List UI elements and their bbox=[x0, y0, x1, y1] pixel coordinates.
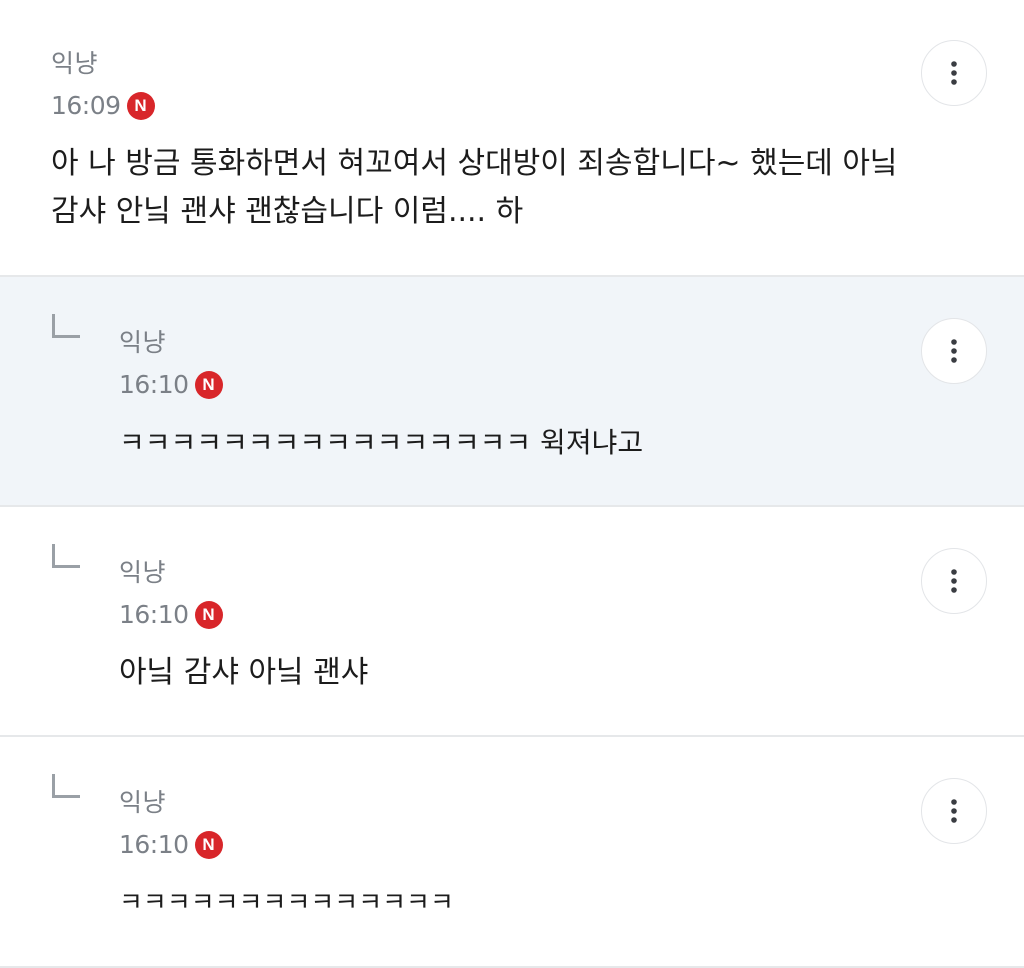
comment-text-line: 아 나 방금 통화하면서 혀꼬여서 상대방이 죄송합니다~ 했는데 아닠 bbox=[51, 146, 898, 181]
comment-time: 16:10 bbox=[119, 830, 189, 859]
new-badge: N bbox=[194, 370, 223, 399]
comment-time: 16:10 bbox=[119, 370, 189, 399]
comment-thread: 익냥 16:09 N 아 나 방금 통화하면서 혀꼬여서 상대방이 죄송합니다~… bbox=[0, 0, 1024, 968]
comment-text: 아닠 감샤 아닠 괜샤 bbox=[119, 655, 369, 690]
more-vertical-icon bbox=[951, 61, 957, 85]
reply-item: 익냥 16:10 N ㅋㅋㅋㅋㅋㅋㅋㅋㅋㅋㅋㅋㅋㅋㅋㅋ 윅져냐고 bbox=[0, 277, 1024, 507]
comment-author[interactable]: 익냥 bbox=[119, 783, 166, 819]
comment-time: 16:10 bbox=[119, 600, 189, 629]
reply-item: 익냥 16:10 N 아닠 감샤 아닠 괜샤 bbox=[0, 507, 1024, 737]
reply-arrow-icon bbox=[52, 544, 80, 568]
comment-text-line: 감샤 안닠 괜샤 괜찮습니다 이럼.... 하 bbox=[51, 194, 524, 229]
reply-item: 익냥 16:10 N ㅋㅋㅋㅋㅋㅋㅋㅋㅋㅋㅋㅋㅋㅋ bbox=[0, 737, 1024, 968]
new-badge: N bbox=[194, 830, 223, 859]
comment-meta: 16:10 N bbox=[119, 370, 223, 399]
comment-meta: 16:09 N bbox=[51, 91, 155, 120]
comment-time: 16:09 bbox=[51, 91, 121, 120]
more-options-button[interactable] bbox=[921, 778, 987, 844]
more-vertical-icon bbox=[951, 339, 957, 363]
comment-meta: 16:10 N bbox=[119, 830, 223, 859]
comment-text: ㅋㅋㅋㅋㅋㅋㅋㅋㅋㅋㅋㅋㅋㅋㅋㅋ 윅져냐고 bbox=[119, 426, 644, 459]
comment-author[interactable]: 익냥 bbox=[119, 323, 166, 359]
comment-item: 익냥 16:09 N 아 나 방금 통화하면서 혀꼬여서 상대방이 죄송합니다~… bbox=[0, 0, 1024, 277]
comment-meta: 16:10 N bbox=[119, 600, 223, 629]
comment-text: 아 나 방금 통화하면서 혀꼬여서 상대방이 죄송합니다~ 했는데 아닠 감샤 … bbox=[51, 140, 911, 236]
more-vertical-icon bbox=[951, 799, 957, 823]
comment-author[interactable]: 익냥 bbox=[51, 44, 98, 80]
comment-text: ㅋㅋㅋㅋㅋㅋㅋㅋㅋㅋㅋㅋㅋㅋ bbox=[119, 888, 454, 918]
new-badge: N bbox=[194, 600, 223, 629]
more-options-button[interactable] bbox=[921, 40, 987, 106]
more-options-button[interactable] bbox=[921, 318, 987, 384]
new-badge: N bbox=[126, 91, 155, 120]
reply-arrow-icon bbox=[52, 314, 80, 338]
comment-author[interactable]: 익냥 bbox=[119, 553, 166, 589]
reply-arrow-icon bbox=[52, 774, 80, 798]
more-vertical-icon bbox=[951, 569, 957, 593]
more-options-button[interactable] bbox=[921, 548, 987, 614]
